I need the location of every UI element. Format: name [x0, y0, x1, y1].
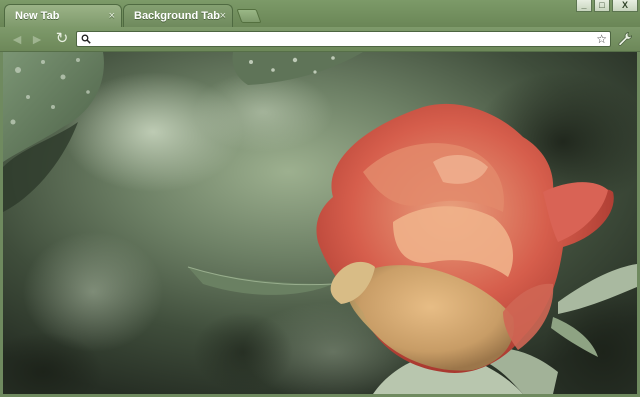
maximize-button[interactable]: □: [594, 0, 610, 12]
browser-window: New Tab × Background Tab × _ □ X ◄ ► ↻ ☆: [0, 0, 640, 397]
tab-label: Background Tab: [134, 10, 220, 22]
tab-close-icon[interactable]: ×: [220, 5, 226, 27]
tab-close-icon[interactable]: ×: [109, 5, 115, 27]
omnibox[interactable]: ☆: [76, 31, 611, 47]
wrench-icon[interactable]: [617, 31, 633, 47]
rose-background-image: [3, 52, 637, 394]
reload-button[interactable]: ↻: [53, 30, 71, 48]
close-window-button[interactable]: X: [612, 0, 638, 12]
back-button[interactable]: ◄: [8, 30, 26, 48]
search-icon: [81, 34, 91, 44]
new-tab-page: [3, 52, 637, 394]
tab-strip: New Tab × Background Tab × _ □ X: [0, 0, 640, 27]
omnibox-input[interactable]: [95, 32, 585, 46]
tab-background-tab[interactable]: Background Tab ×: [123, 4, 233, 27]
star-icon[interactable]: ☆: [596, 31, 607, 47]
new-tab-button[interactable]: [236, 9, 262, 23]
minimize-button[interactable]: _: [576, 0, 592, 12]
window-controls: _ □ X: [576, 0, 638, 14]
forward-button[interactable]: ►: [28, 30, 46, 48]
tab-new-tab[interactable]: New Tab ×: [4, 4, 122, 27]
toolbar: ◄ ► ↻ ☆: [0, 27, 640, 52]
tab-label: New Tab: [15, 10, 60, 22]
